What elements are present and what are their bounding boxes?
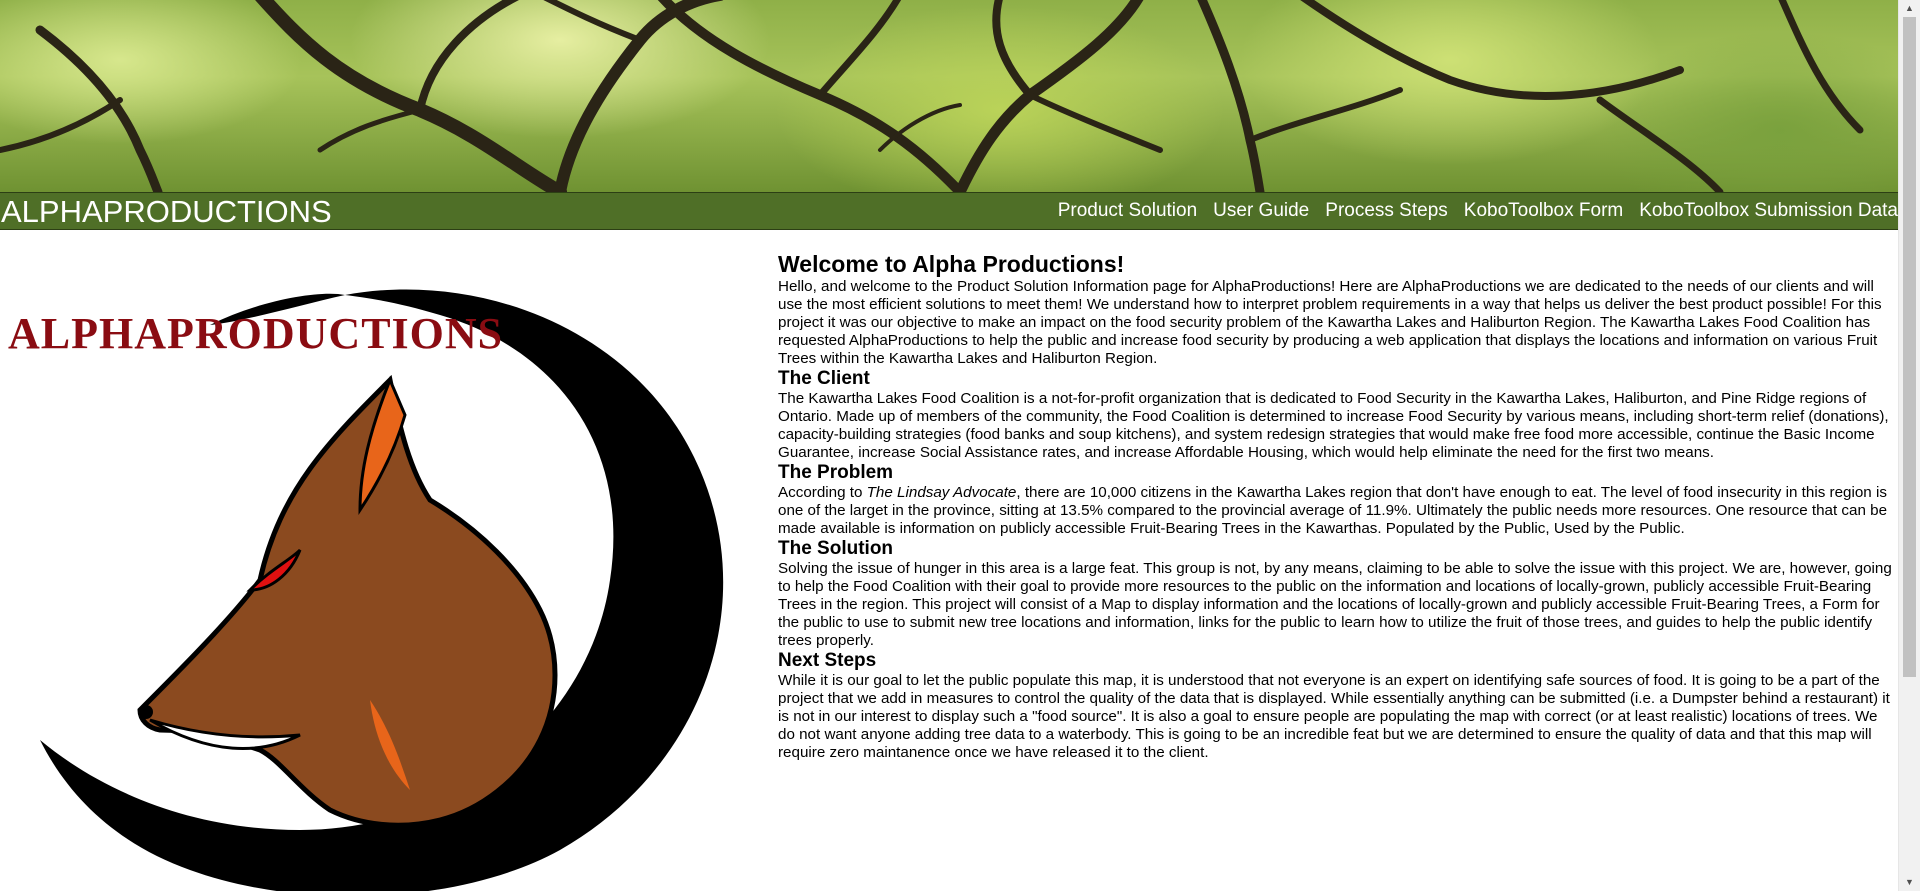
section-heading-next-steps: Next Steps (778, 650, 877, 671)
scroll-down-arrow-icon[interactable]: ▼ (1899, 874, 1920, 891)
source-citation: The Lindsay Advocate (866, 484, 1017, 501)
next-steps-paragraph: While it is our goal to let the public p… (778, 672, 1890, 761)
fox-nose (139, 705, 153, 719)
nav-link-product-solution[interactable]: Product Solution (1058, 200, 1197, 222)
fox-logo-image: ALPHAPRODUCTIONS (8, 289, 724, 891)
fox-head (137, 374, 558, 828)
problem-paragraph: According to The Lindsay Advocate, there… (778, 484, 1898, 538)
site-brand[interactable]: ALPHAPRODUCTIONS (1, 195, 332, 229)
nav-link-process-steps[interactable]: Process Steps (1325, 200, 1448, 222)
scrollbar-thumb[interactable] (1903, 17, 1916, 677)
client-paragraph: The Kawartha Lakes Food Coalition is a n… (778, 390, 1889, 461)
vertical-scrollbar[interactable]: ▲ ▼ (1898, 0, 1920, 891)
solution-paragraph: Solving the issue of hunger in this area… (778, 560, 1892, 649)
nav-links: Product Solution User Guide Process Step… (1042, 193, 1898, 229)
nav-link-kobotoolbox-submission-data[interactable]: KoboToolbox Submission Data (1639, 200, 1898, 222)
tree-canopy-image (0, 0, 1864, 192)
top-navbar: ALPHAPRODUCTIONS Product Solution User G… (0, 192, 1898, 230)
intro-paragraph: Hello, and welcome to the Product Soluti… (778, 278, 1882, 367)
section-heading-solution: The Solution (778, 538, 894, 559)
page: ALPHAPRODUCTIONS Product Solution User G… (0, 0, 1920, 891)
problem-prefix: According to (778, 484, 867, 501)
scroll-up-arrow-icon[interactable]: ▲ (1899, 0, 1920, 17)
header-banner-image (0, 0, 1898, 192)
nav-link-kobotoolbox-form[interactable]: KoboToolbox Form (1464, 200, 1623, 222)
alphaproductions-logo: ALPHAPRODUCTIONS (0, 230, 760, 891)
main-content: Welcome to Alpha Productions! Hello, and… (778, 250, 1898, 762)
nav-link-user-guide[interactable]: User Guide (1213, 200, 1309, 222)
logo-wordmark: ALPHAPRODUCTIONS (8, 309, 503, 358)
page-title: Welcome to Alpha Productions! (778, 251, 1125, 277)
section-heading-problem: The Problem (778, 462, 894, 483)
section-heading-client: The Client (778, 368, 870, 389)
